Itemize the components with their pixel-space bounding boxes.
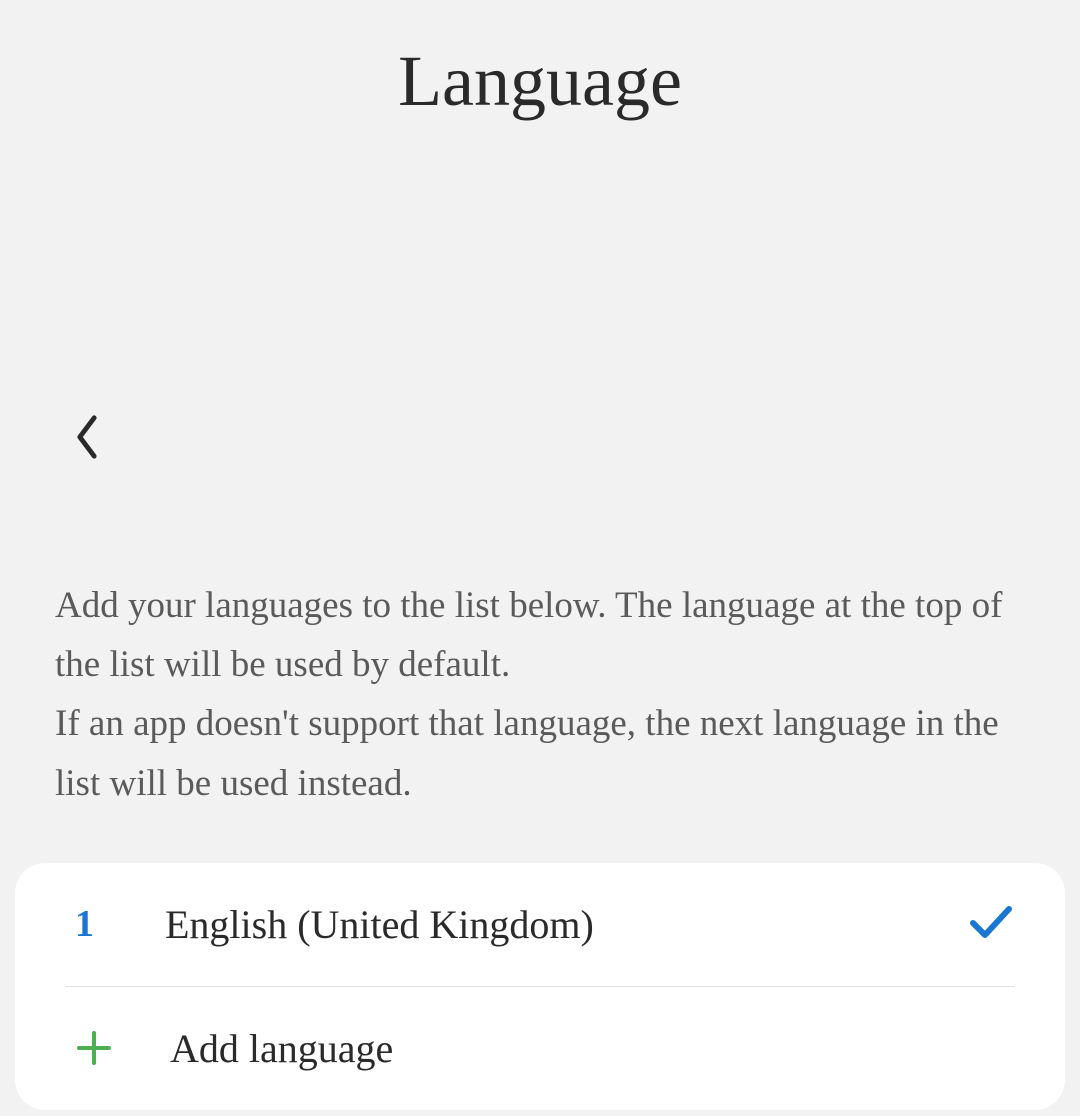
language-name: English (United Kingdom)	[135, 901, 967, 948]
add-language-label: Add language	[135, 1025, 393, 1072]
add-language-button[interactable]: Add language	[15, 987, 1065, 1110]
language-item[interactable]: 1 English (United Kingdom)	[15, 863, 1065, 986]
chevron-left-icon	[70, 448, 104, 465]
language-rank: 1	[75, 902, 135, 946]
language-list-card: 1 English (United Kingdom) Add language	[15, 863, 1065, 1110]
back-button[interactable]	[60, 403, 114, 476]
description-text: Add your languages to the list below. Th…	[0, 476, 1080, 813]
plus-icon	[75, 1029, 135, 1067]
page-title: Language	[0, 40, 1080, 123]
check-icon	[967, 903, 1015, 946]
